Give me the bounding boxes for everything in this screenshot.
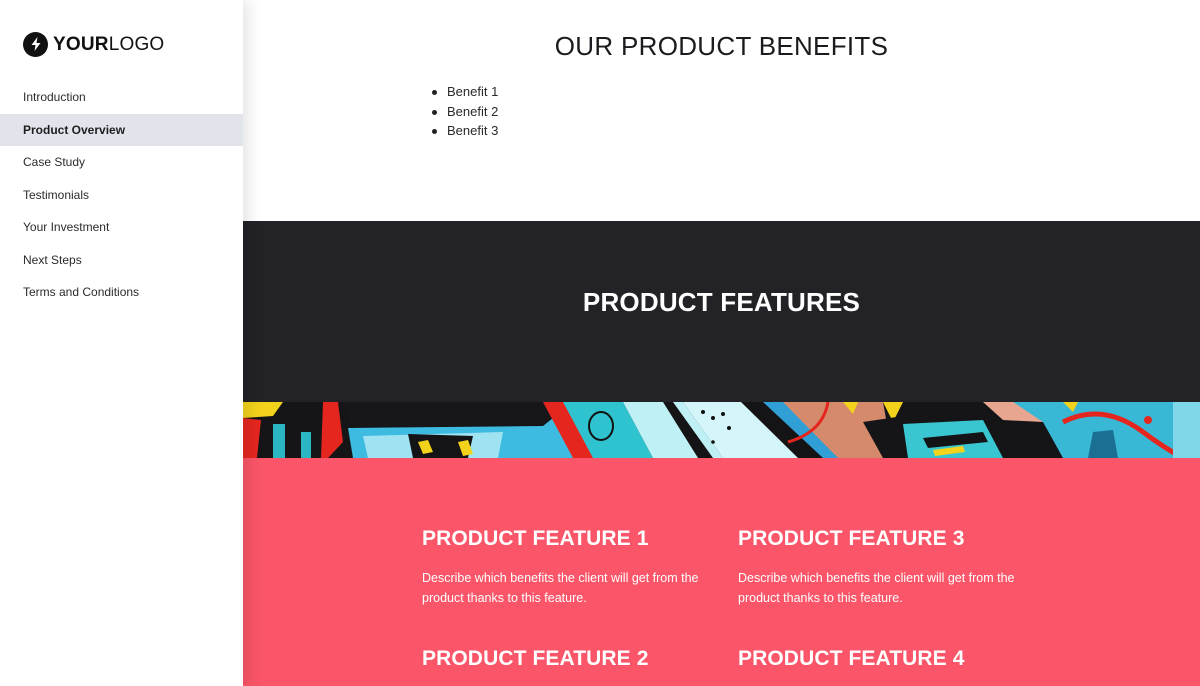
logo-text-light: LOGO [108,33,165,55]
benefits-section: OUR PRODUCT BENEFITS Benefit 1 Benefit 2… [243,0,1200,221]
benefits-title: OUR PRODUCT BENEFITS [554,31,889,61]
benefit-item: Benefit 3 [429,121,498,141]
features-grid: PRODUCT FEATURE 1 Describe which benefit… [243,458,1200,686]
feature-title: PRODUCT FEATURE 3 [738,527,965,550]
benefit-item: Benefit 1 [429,82,498,102]
sidebar-item-next-steps[interactable]: Next Steps [0,244,243,277]
main-content: OUR PRODUCT BENEFITS Benefit 1 Benefit 2… [243,0,1200,686]
logo-text-bold: YOUR [53,33,109,55]
sidebar-item-product-overview[interactable]: Product Overview [0,113,243,146]
features-title: PRODUCT FEATURES [582,287,861,317]
feature-card: PRODUCT FEATURE 1 Describe which benefit… [422,526,712,608]
sidebar-item-testimonials[interactable]: Testimonials [0,179,243,212]
feature-card: PRODUCT FEATURE 3 Describe which benefit… [738,526,1028,608]
sidebar-item-your-investment[interactable]: Your Investment [0,211,243,244]
lightning-bolt-icon [23,31,48,57]
feature-title: PRODUCT FEATURE 1 [422,527,649,550]
feature-title: PRODUCT FEATURE 4 [738,647,965,670]
logo-text: YOURLOGO [53,35,164,54]
feature-description: Describe which benefits the client will … [422,571,699,605]
feature-title: PRODUCT FEATURE 2 [422,647,649,670]
feature-description: Describe which benefits the client will … [738,571,1015,605]
graffiti-banner-image [243,402,1200,458]
sidebar-nav: Introduction Product Overview Case Study… [0,81,243,309]
benefit-list: Benefit 1 Benefit 2 Benefit 3 [429,82,498,141]
sidebar: YOURLOGO Introduction Product Overview C… [0,0,243,686]
sidebar-item-case-study[interactable]: Case Study [0,146,243,179]
feature-card: PRODUCT FEATURE 4 [738,646,1028,672]
benefit-item: Benefit 2 [429,102,498,122]
feature-card: PRODUCT FEATURE 2 [422,646,712,672]
sidebar-item-introduction[interactable]: Introduction [0,81,243,114]
features-header-section: PRODUCT FEATURES [243,221,1200,402]
sidebar-item-terms-and-conditions[interactable]: Terms and Conditions [0,276,243,309]
logo[interactable]: YOURLOGO [23,31,164,57]
